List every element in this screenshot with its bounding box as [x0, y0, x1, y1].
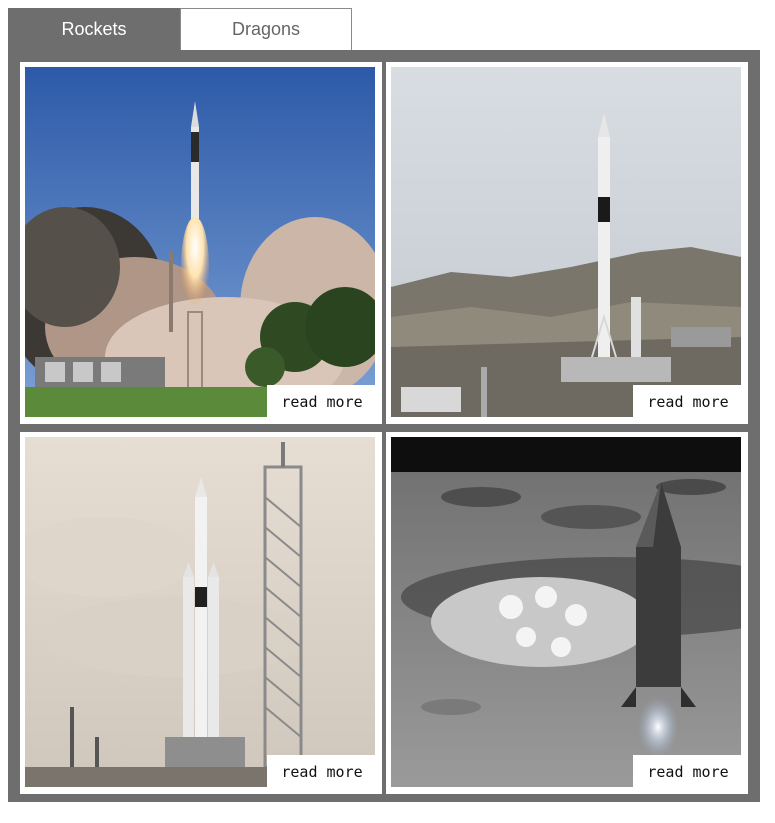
rocket-card[interactable]: read more — [386, 62, 748, 424]
falcon-heavy-image — [25, 437, 375, 787]
falcon9-launch-image — [25, 67, 375, 417]
rocket-card[interactable]: read more — [20, 62, 382, 424]
read-more-link[interactable]: read more — [633, 385, 743, 419]
tab-dragons[interactable]: Dragons — [180, 8, 352, 50]
read-more-link[interactable]: read more — [267, 755, 377, 789]
rocket-card[interactable]: read more — [20, 432, 382, 794]
tab-bar: Rockets Dragons — [8, 8, 352, 50]
starship-moon-base-image — [391, 437, 741, 787]
read-more-link[interactable]: read more — [267, 385, 377, 419]
rockets-gallery: read more read more read more read more — [8, 50, 760, 802]
rocket-card[interactable]: read more — [386, 432, 748, 794]
falcon9-on-pad-image — [391, 67, 741, 417]
read-more-link[interactable]: read more — [633, 755, 743, 789]
tab-rockets[interactable]: Rockets — [8, 8, 180, 50]
